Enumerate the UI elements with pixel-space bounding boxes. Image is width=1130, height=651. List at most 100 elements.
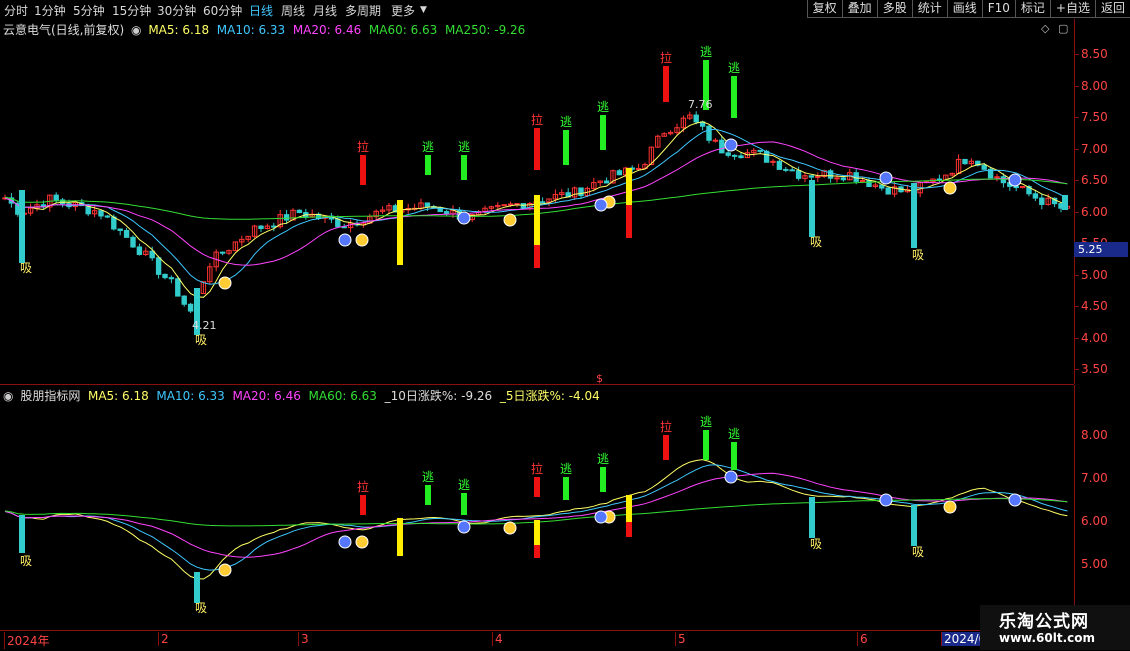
ind-signal-label-pull: 拉 xyxy=(660,419,672,434)
ind-signal-bar-volume xyxy=(534,545,540,558)
period-5min[interactable]: 5分钟 xyxy=(73,2,105,19)
signal-label-absorb: 吸 xyxy=(195,333,207,347)
signal-bar-absorb xyxy=(1062,195,1068,210)
ind-signal-label-absorb: 吸 xyxy=(195,601,207,615)
candle-body xyxy=(507,203,514,206)
period-1min[interactable]: 1分钟 xyxy=(34,2,66,19)
date-tick: 2024年 xyxy=(4,632,52,649)
candle-body xyxy=(712,139,719,142)
candle-body xyxy=(962,158,968,165)
ind-signal-bar-absorb xyxy=(809,497,815,538)
candle-body xyxy=(859,179,866,182)
watermark-url: www.60lt.com xyxy=(999,631,1096,645)
period-15min[interactable]: 15分钟 xyxy=(112,2,151,19)
candle-body xyxy=(783,168,789,171)
period-month[interactable]: 月线 xyxy=(313,2,337,19)
draw-button[interactable]: 画线 xyxy=(946,0,982,18)
candle-body xyxy=(866,179,872,188)
main-axis-tickmark xyxy=(1075,54,1079,55)
main-price-chart[interactable]: 拉逃逃拉 逃逃拉 逃逃吸吸吸吸7.764.21$ xyxy=(0,19,1074,384)
ind-signal-bar-absorb xyxy=(194,572,200,603)
signal-bar-escape xyxy=(731,76,737,118)
indicator-chart[interactable]: 拉逃逃拉 逃逃拉 逃逃吸吸吸吸 xyxy=(0,385,1074,630)
candle-body xyxy=(104,215,111,218)
period-week[interactable]: 周线 xyxy=(281,2,305,19)
sad-face-icon xyxy=(338,233,352,247)
ind-signal-bar-escape xyxy=(600,467,606,492)
candle-body xyxy=(936,178,943,181)
candle-body xyxy=(296,209,303,214)
candle-body xyxy=(136,246,143,255)
main-axis-tick: 6.00 xyxy=(1081,205,1108,219)
period-fenshi[interactable]: 分时 xyxy=(4,2,28,19)
candle-body xyxy=(725,152,731,156)
candle-body xyxy=(501,204,507,207)
candle-body xyxy=(187,303,194,312)
signal-label-escape: 逃 xyxy=(422,140,434,154)
signal-bar-pull xyxy=(360,155,366,185)
period-day[interactable]: 日线 xyxy=(249,2,273,19)
candle-body xyxy=(1013,185,1019,189)
mark-button[interactable]: 标记 xyxy=(1014,0,1050,18)
indicator-axis-tick: 8.00 xyxy=(1081,428,1108,442)
main-axis-tick: 8.00 xyxy=(1081,79,1108,93)
money-bag-icon xyxy=(503,213,517,227)
date-tick: 5 xyxy=(675,632,688,646)
ind-money-bag-icon xyxy=(355,535,369,549)
stats-button[interactable]: 统计 xyxy=(911,0,947,18)
period-30min[interactable]: 30分钟 xyxy=(157,2,196,19)
candle-body xyxy=(155,257,162,275)
candle-body xyxy=(757,149,763,152)
period-more[interactable]: 更多 xyxy=(391,2,415,19)
candle-body xyxy=(181,295,187,305)
signal-label-pull: 拉 xyxy=(357,139,369,154)
candle-body xyxy=(162,273,168,279)
period-multi[interactable]: 多周期 xyxy=(345,2,381,19)
sad-face-icon xyxy=(594,198,608,212)
ind-signal-bar-escape xyxy=(461,493,467,515)
main-axis-tick: 4.50 xyxy=(1081,299,1108,313)
period-60min[interactable]: 60分钟 xyxy=(203,2,242,19)
main-axis-tick: 7.50 xyxy=(1081,110,1108,124)
signal-label-pull: 拉 xyxy=(660,50,672,65)
signal-bar-pull xyxy=(534,128,540,170)
candle-body xyxy=(827,170,834,179)
sad-face-icon xyxy=(879,171,893,185)
candle-body xyxy=(795,170,802,179)
multistock-button[interactable]: 多股 xyxy=(876,0,912,18)
fuquan-button[interactable]: 复权 xyxy=(806,0,842,18)
back-button[interactable]: 返回 xyxy=(1094,0,1130,18)
main-axis-tick: 5.00 xyxy=(1081,268,1108,282)
main-axis-tickmark xyxy=(1075,86,1079,87)
date-tick: 4 xyxy=(492,632,505,646)
main-axis-tickmark xyxy=(1075,338,1079,339)
candle-body xyxy=(1000,176,1007,184)
candle-body xyxy=(763,150,770,163)
candle-body xyxy=(1032,193,1039,199)
overlay-button[interactable]: 叠加 xyxy=(841,0,877,18)
add-favorite-button[interactable]: +自选 xyxy=(1049,0,1095,18)
dollar-marker: $ xyxy=(596,372,603,384)
signal-label-escape: 逃 xyxy=(560,115,572,129)
candle-body xyxy=(271,225,277,228)
candle-body xyxy=(130,236,136,248)
candle-body xyxy=(738,155,744,159)
candle-body xyxy=(789,169,795,172)
main-axis-tick: 7.00 xyxy=(1081,142,1108,156)
ind-signal-label-escape: 逃 xyxy=(560,462,572,476)
f10-button[interactable]: F10 xyxy=(981,0,1015,18)
indicator-axis-tick: 6.00 xyxy=(1081,514,1108,528)
candle-body xyxy=(98,210,104,217)
chevron-down-icon[interactable]: ▼ xyxy=(420,5,427,15)
candle-body xyxy=(123,229,130,238)
ind-signal-bar-escape xyxy=(731,442,737,470)
ind-signal-label-absorb: 吸 xyxy=(912,545,924,559)
main-axis-tick: 8.50 xyxy=(1081,47,1108,61)
candle-body xyxy=(815,175,821,178)
candle-body xyxy=(616,170,623,176)
right-toolbar: 复权 叠加 多股 统计 画线 F10 标记 +自选 返回 xyxy=(806,0,1130,19)
ind-money-bag-icon xyxy=(503,521,517,535)
signal-label-pull: 拉 xyxy=(531,112,543,127)
candle-body xyxy=(520,203,527,209)
ind-signal-bar-escape xyxy=(563,477,569,500)
